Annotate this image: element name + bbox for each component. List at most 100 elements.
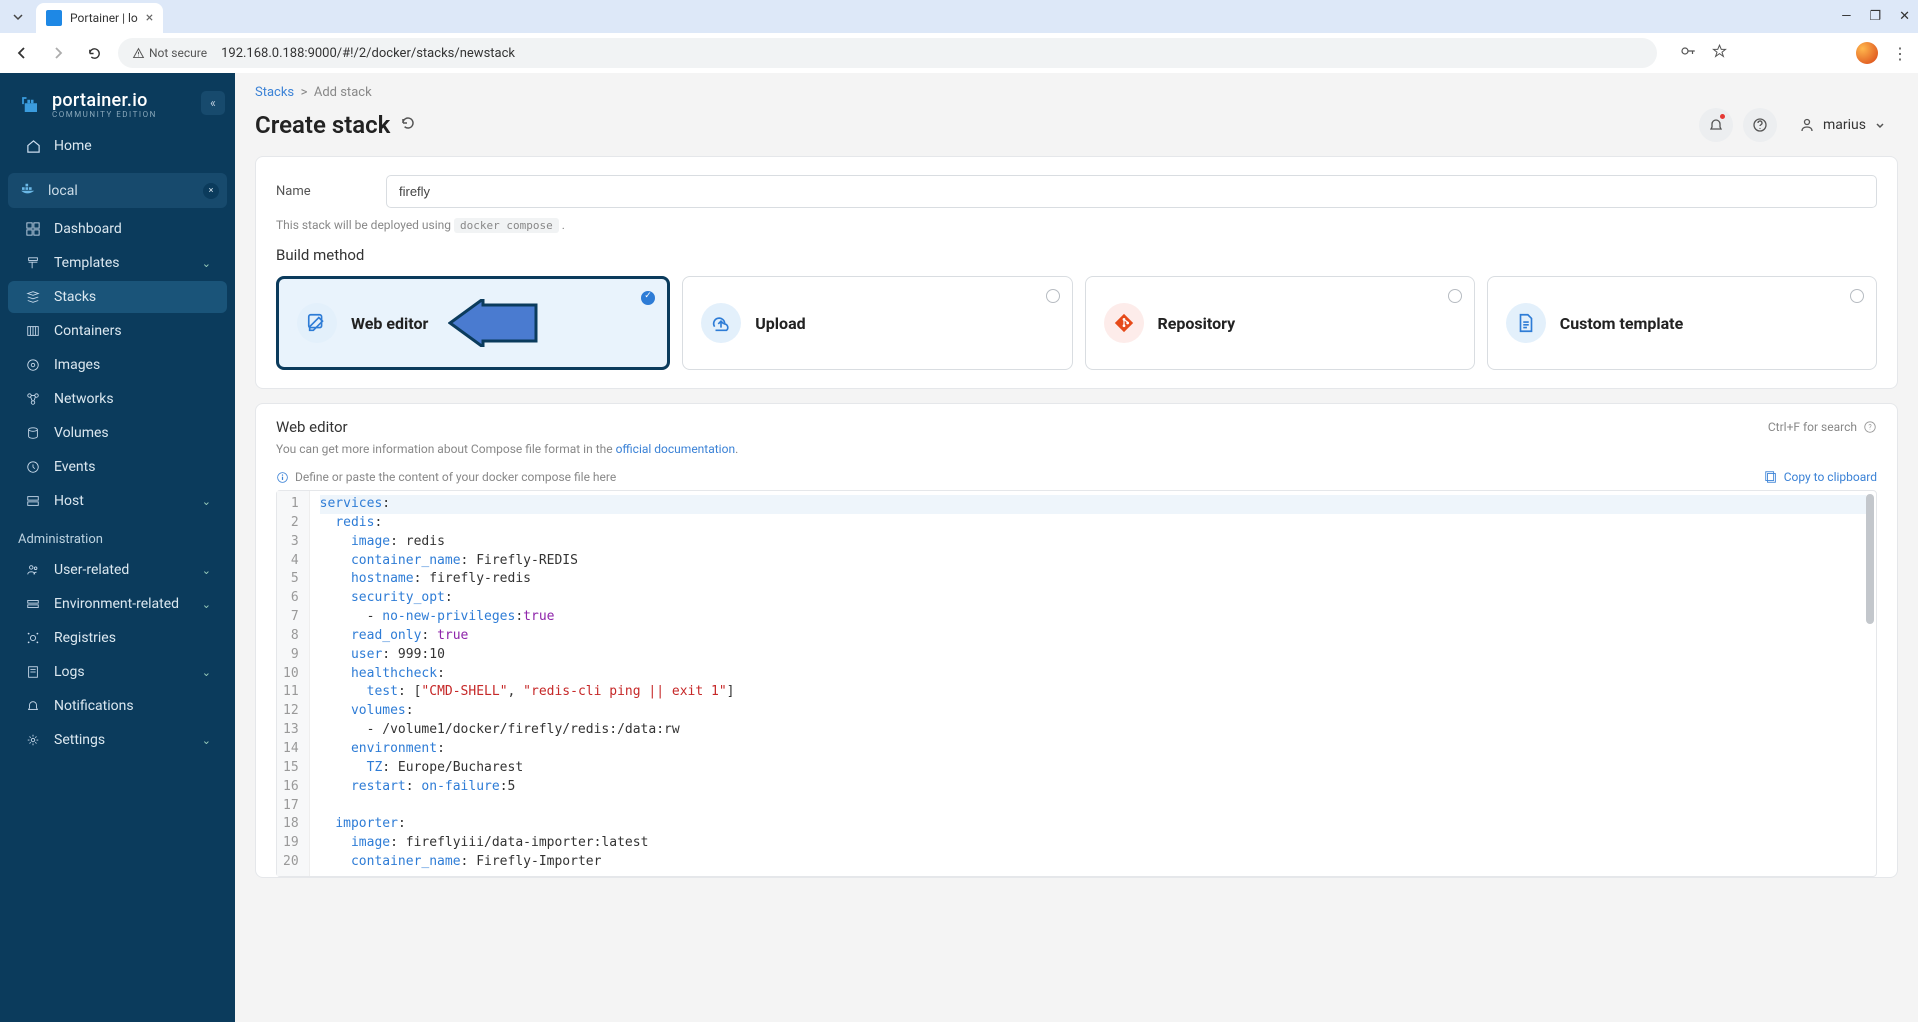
scrollbar-thumb[interactable]	[1866, 494, 1874, 624]
browser-toolbar: Not secure 192.168.0.188:9000/#!/2/docke…	[0, 33, 1918, 73]
close-window-icon[interactable]: ✕	[1899, 9, 1910, 24]
templates-icon	[24, 256, 42, 270]
sidebar-item-containers[interactable]: Containers	[8, 315, 227, 347]
svg-text:?: ?	[1868, 424, 1872, 432]
chevron-down-icon: ⌄	[202, 666, 211, 679]
sidebar-item-notifications[interactable]: Notifications	[8, 690, 227, 722]
tab-favicon-icon	[46, 10, 62, 26]
radio-checked-icon	[641, 291, 655, 305]
forward-icon[interactable]	[46, 41, 70, 65]
template-icon	[1506, 303, 1546, 343]
sidebar-item-networks[interactable]: Networks	[8, 383, 227, 415]
users-icon	[24, 563, 42, 577]
breadcrumb-root[interactable]: Stacks	[255, 85, 294, 100]
user-icon	[1799, 117, 1815, 133]
password-key-icon[interactable]	[1679, 42, 1697, 64]
editor-search-hint: Ctrl+F for search ?	[1768, 420, 1877, 434]
environment-icon	[24, 597, 42, 611]
back-icon[interactable]	[10, 41, 34, 65]
sidebar: portainer.io COMMUNITY EDITION « Home lo…	[0, 73, 235, 1022]
method-upload[interactable]: Upload	[682, 276, 1072, 370]
upload-icon	[701, 303, 741, 343]
chevron-down-icon: ⌄	[202, 564, 211, 577]
sidebar-item-events[interactable]: Events	[8, 451, 227, 483]
chevron-down-icon: ⌄	[202, 734, 211, 747]
user-menu[interactable]: marius	[1787, 111, 1898, 139]
breadcrumb: Stacks > Add stack	[235, 73, 1918, 104]
compose-editor[interactable]: 1234567891011121314151617181920 services…	[276, 490, 1877, 877]
arrow-annotation-icon	[448, 299, 538, 347]
sidebar-item-home[interactable]: Home	[8, 130, 227, 162]
breadcrumb-current: Add stack	[314, 85, 372, 100]
page-title: Create stack	[255, 111, 416, 139]
copy-to-clipboard-button[interactable]: Copy to clipboard	[1764, 470, 1877, 484]
brand-name: portainer.io	[52, 92, 157, 110]
browser-menu-icon[interactable]: ⋮	[1892, 44, 1908, 63]
bell-icon	[24, 699, 42, 713]
sidebar-item-dashboard[interactable]: Dashboard	[8, 213, 227, 245]
volumes-icon	[24, 426, 42, 440]
sidebar-collapse-icon[interactable]: «	[201, 91, 225, 115]
sidebar-item-images[interactable]: Images	[8, 349, 227, 381]
tab-list-dropdown-icon[interactable]	[8, 7, 28, 27]
build-method-label: Build method	[276, 246, 1877, 264]
tab-close-icon[interactable]: ×	[146, 10, 153, 26]
images-icon	[24, 358, 42, 372]
url-text: 192.168.0.188:9000/#!/2/docker/stacks/ne…	[221, 46, 515, 61]
edit-icon	[297, 303, 337, 343]
docker-icon	[20, 181, 38, 200]
web-editor-section: Web editor Ctrl+F for search ? You can g…	[255, 403, 1898, 878]
security-badge[interactable]: Not secure	[132, 46, 207, 60]
refresh-icon[interactable]	[400, 115, 416, 135]
brand-edition: COMMUNITY EDITION	[52, 110, 157, 119]
name-label: Name	[276, 184, 366, 199]
env-close-icon[interactable]: ×	[203, 183, 219, 199]
stack-form-card: Name This stack will be deployed using d…	[255, 156, 1898, 389]
help-icon[interactable]	[1743, 108, 1777, 142]
sidebar-item-volumes[interactable]: Volumes	[8, 417, 227, 449]
code-body[interactable]: services: redis: image: redis container_…	[310, 491, 1876, 876]
chevron-down-icon	[1874, 119, 1886, 131]
method-repository[interactable]: Repository	[1085, 276, 1475, 370]
window-controls: — ❐ ✕	[1841, 9, 1910, 24]
deploy-hint: This stack will be deployed using docker…	[276, 218, 1877, 232]
radio-icon	[1046, 289, 1060, 303]
editor-title: Web editor	[276, 418, 348, 436]
registries-icon	[24, 631, 42, 645]
networks-icon	[24, 392, 42, 406]
sidebar-admin-label: Administration	[0, 518, 235, 553]
brand: portainer.io COMMUNITY EDITION «	[0, 77, 235, 129]
notifications-icon[interactable]	[1699, 108, 1733, 142]
git-icon	[1104, 303, 1144, 343]
radio-icon	[1448, 289, 1462, 303]
line-gutter: 1234567891011121314151617181920	[277, 491, 310, 876]
name-input[interactable]	[386, 175, 1877, 208]
home-icon	[24, 139, 42, 154]
copy-icon	[1764, 470, 1778, 484]
sidebar-item-registries[interactable]: Registries	[8, 622, 227, 654]
maximize-icon[interactable]: ❐	[1869, 9, 1881, 24]
chevron-down-icon: ⌄	[202, 257, 211, 270]
method-web-editor[interactable]: Web editor	[276, 276, 670, 370]
sidebar-item-environment-related[interactable]: Environment-related⌄	[8, 588, 227, 620]
sidebar-item-settings[interactable]: Settings⌄	[8, 724, 227, 756]
radio-icon	[1850, 289, 1864, 303]
browser-tab[interactable]: Portainer | lo ×	[36, 3, 163, 33]
containers-icon	[24, 324, 42, 338]
url-bar[interactable]: Not secure 192.168.0.188:9000/#!/2/docke…	[118, 38, 1657, 68]
docs-link[interactable]: official documentation	[616, 442, 736, 456]
minimize-icon[interactable]: —	[1841, 9, 1851, 24]
main-content: Stacks > Add stack Create stack marius	[235, 73, 1918, 1022]
profile-avatar-icon[interactable]	[1856, 42, 1878, 64]
bookmark-star-icon[interactable]	[1711, 43, 1728, 64]
help-small-icon[interactable]: ?	[1863, 420, 1877, 434]
reload-icon[interactable]	[82, 41, 106, 65]
sidebar-item-user-related[interactable]: User-related⌄	[8, 554, 227, 586]
sidebar-item-host[interactable]: Host⌄	[8, 485, 227, 517]
sidebar-item-logs[interactable]: Logs⌄	[8, 656, 227, 688]
sidebar-item-stacks[interactable]: Stacks	[8, 281, 227, 313]
sidebar-item-templates[interactable]: Templates⌄	[8, 247, 227, 279]
environment-selector[interactable]: local ×	[8, 173, 227, 208]
dashboard-icon	[24, 222, 42, 236]
method-custom-template[interactable]: Custom template	[1487, 276, 1877, 370]
